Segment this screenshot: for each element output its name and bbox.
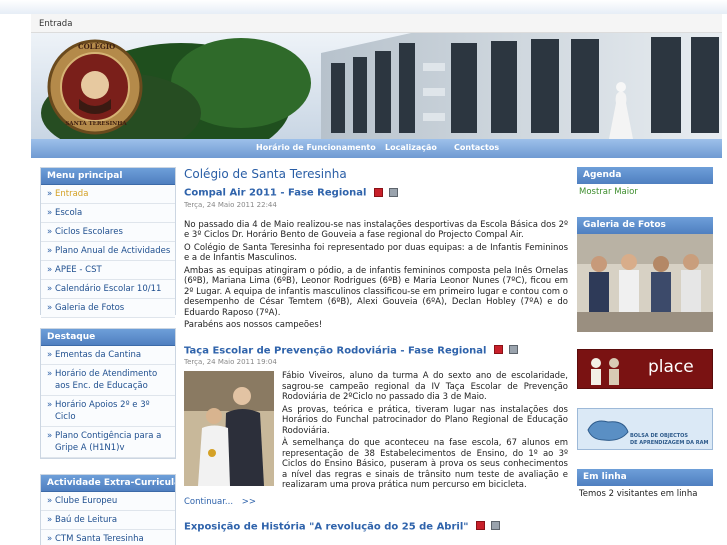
article-exposicao: Exposição de História "A revolução do 25… (184, 521, 568, 532)
menu-item-galeria[interactable]: Galeria de Fotos (41, 299, 175, 318)
bolsa-text-line1: BOLSA DE OBJECTOS (630, 433, 689, 439)
online-title: Em linha (577, 469, 713, 486)
extra-item-bau-leitura[interactable]: Baú de Leitura (41, 511, 175, 530)
extra-curricular-box: Actividade Extra-Curricular Clube Europe… (40, 474, 176, 545)
destaque-item-plano-contingencia[interactable]: Plano Contigência para a Gripe A (H1N1)v (41, 427, 175, 458)
article-title-exposicao[interactable]: Exposição de História "A revolução do 25… (184, 521, 468, 532)
page: Entrada COLÉGIO SANTA TERESINHA Horário … (0, 0, 727, 545)
pdf-icon[interactable] (373, 187, 383, 197)
menu-item-ciclos[interactable]: Ciclos Escolares (41, 223, 175, 242)
article-date: Terça, 24 Maio 2011 19:04 (184, 358, 277, 366)
extra-item-clube-europeu[interactable]: Clube Europeu (41, 492, 175, 511)
main-content: Colégio de Santa Teresinha Compal Air 20… (184, 158, 568, 545)
print-icon[interactable] (491, 521, 501, 530)
article-title-taca[interactable]: Taça Escolar de Prevenção Rodoviária - F… (184, 345, 486, 356)
breadcrumb-current[interactable]: Entrada (39, 19, 72, 29)
extra-curricular-title: Actividade Extra-Curricular (41, 475, 175, 492)
breadcrumb: Entrada (31, 14, 722, 33)
bolsa-objectos-banner[interactable]: BOLSA DE OBJECTOS DE APRENDIZAGEM DA RAM (577, 408, 713, 450)
photo-gallery-box: Galeria de Fotos (577, 217, 713, 332)
destaque-box: Destaque Ementas da Cantina Horário de A… (40, 328, 176, 459)
article-paragraph: Fábio Viveiros, aluno da turma A do sext… (282, 371, 568, 402)
main-menu-title: Menu principal (41, 168, 175, 185)
map-icon (587, 420, 629, 441)
continue-label: Continuar... (184, 496, 234, 507)
article-paragraph: À semelhança do que aconteceu na fase es… (282, 438, 568, 490)
online-box: Em linha Temos 2 visitantes em linha (577, 469, 713, 502)
article-paragraph: As provas, teórica e prática, tiveram lu… (282, 404, 568, 436)
place-banner-text: place (648, 357, 694, 377)
place-figures-icon (591, 358, 619, 385)
page-title: Colégio de Santa Teresinha (184, 167, 347, 181)
destaque-title: Destaque (41, 329, 175, 346)
agenda-title: Agenda (577, 167, 713, 184)
article-taca: Taça Escolar de Prevenção Rodoviária - F… (184, 345, 568, 507)
bolsa-text-line2: DE APRENDIZAGEM DA RAM (630, 440, 709, 446)
nav-horario[interactable]: Horário de Funcionamento (256, 143, 376, 152)
pdf-icon[interactable] (475, 521, 485, 530)
menu-item-calendario[interactable]: Calendário Escolar 10/11 (41, 280, 175, 299)
main-menu-box: Menu principal Entrada Escola Ciclos Esc… (40, 167, 176, 318)
destaque-item-horario-atendimento[interactable]: Horário de Atendimento aos Enc. de Educa… (41, 365, 175, 396)
top-nav: Horário de Funcionamento Localização Con… (31, 139, 722, 158)
extra-item-ctm[interactable]: CTM Santa Teresinha (41, 530, 175, 545)
menu-item-apee[interactable]: APEE - CST (41, 261, 175, 280)
menu-item-plano-anual[interactable]: Plano Anual de Actividades (41, 242, 175, 261)
photo-gallery-title: Galeria de Fotos (577, 217, 713, 234)
article-date: Terça, 24 Maio 2011 22:44 (184, 200, 277, 209)
agenda-box: Agenda Mostrar Maior (577, 167, 713, 200)
gallery-photo[interactable] (577, 234, 713, 332)
destaque-item-horario-apoios[interactable]: Horário Apoios 2º e 3º Ciclo (41, 396, 175, 427)
menu-item-entrada[interactable]: Entrada (41, 185, 175, 204)
article-title-compal[interactable]: Compal Air 2011 - Fase Regional (184, 188, 366, 199)
print-icon[interactable] (509, 345, 519, 354)
destaque-item-ementas[interactable]: Ementas da Cantina (41, 346, 175, 365)
nav-contactos[interactable]: Contactos (454, 143, 499, 152)
logo-text-top: COLÉGIO (78, 42, 116, 51)
article-photo (184, 371, 274, 486)
pdf-icon[interactable] (493, 345, 503, 354)
print-icon[interactable] (389, 187, 399, 197)
place-banner[interactable]: place (577, 349, 713, 389)
agenda-show-more[interactable]: Mostrar Maior (577, 184, 713, 200)
article-paragraph: O Colégio de Santa Teresinha foi represe… (184, 242, 568, 264)
nav-localizacao[interactable]: Localização (385, 143, 437, 152)
menu-item-escola[interactable]: Escola (41, 204, 175, 223)
article-paragraph: No passado dia 4 de Maio realizou-se nas… (184, 219, 568, 241)
logo-text-bottom: SANTA TERESINHA (65, 121, 127, 127)
header-banner: COLÉGIO SANTA TERESINHA (31, 33, 722, 139)
article-paragraph: Parabéns aos nossos campeões! (184, 320, 323, 330)
top-strip (0, 0, 727, 14)
continue-arrow: >> (241, 496, 256, 507)
online-visitors-text: Temos 2 visitantes em linha (579, 489, 698, 499)
article-paragraph: Ambas as equipas atingiram o pódio, a de… (184, 265, 568, 318)
continue-link[interactable]: Continuar... >> (184, 497, 568, 507)
article-compal: Compal Air 2011 - Fase Regional Terça, 2… (184, 187, 568, 331)
